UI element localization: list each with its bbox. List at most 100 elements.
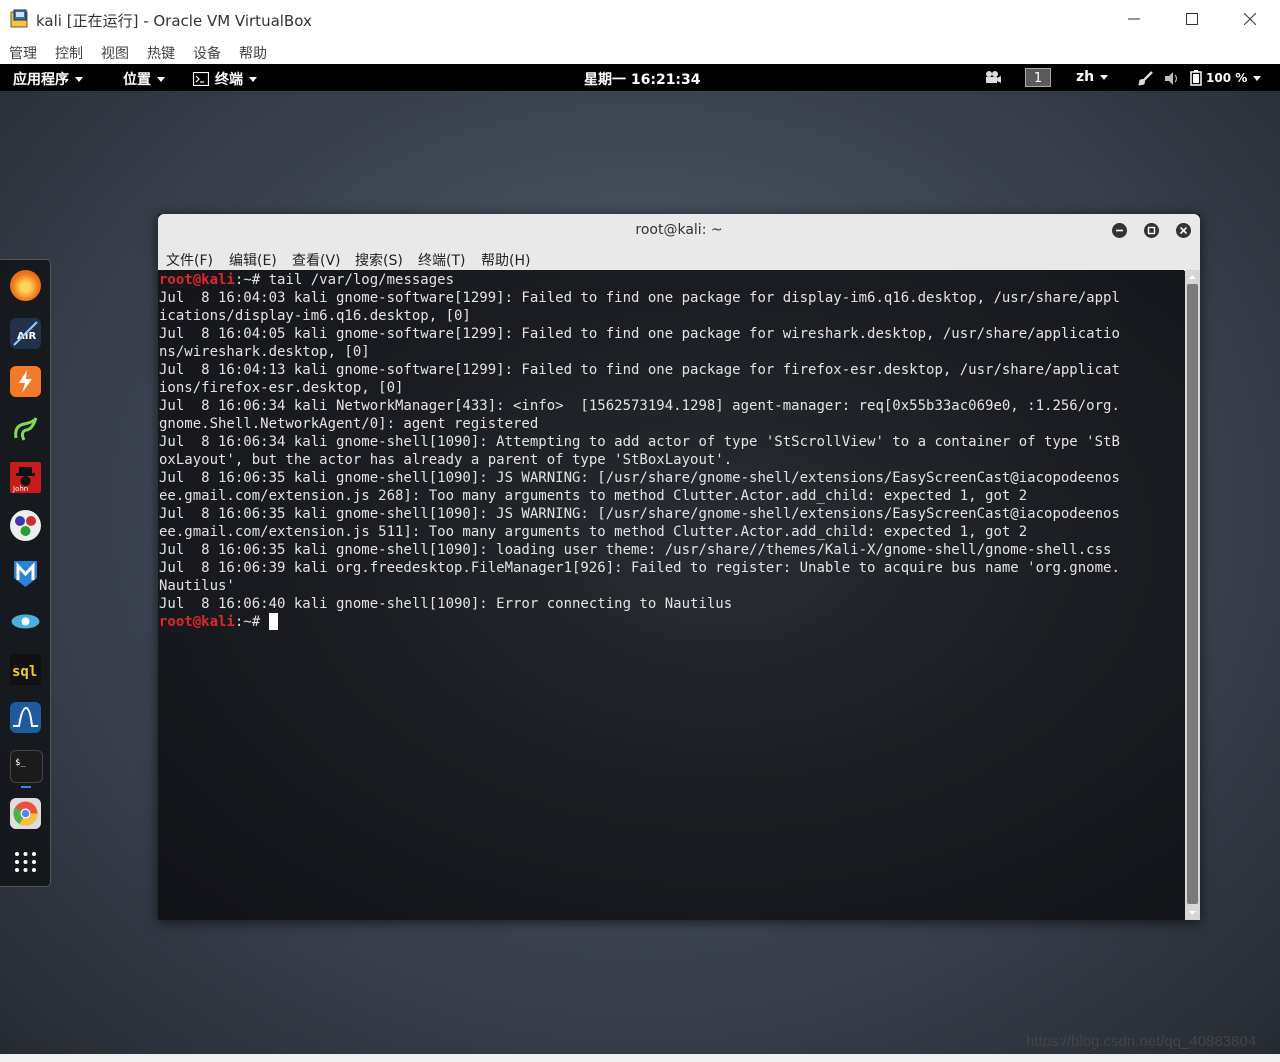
- applications-label: 应用程序: [13, 72, 69, 88]
- output-line: Jul 8 16:06:34 kali NetworkManager[433]:…: [159, 398, 1120, 414]
- sqlmap-icon[interactable]: sql: [10, 654, 41, 685]
- terminal-minimize-button[interactable]: [1112, 223, 1127, 238]
- watermark: https://blog.csdn.net/qq_40883804: [1026, 1033, 1257, 1050]
- output-line: Jul 8 16:04:13 kali gnome-software[1299]…: [159, 362, 1120, 378]
- vbox-menubar: 管理 控制 视图 热键 设备 帮助: [0, 38, 1280, 64]
- terminal-menu-file[interactable]: 文件(F): [166, 250, 213, 270]
- terminal-title: root@kali: ~: [635, 222, 723, 238]
- video-camera-icon: [986, 71, 1001, 83]
- chromium-icon[interactable]: [10, 798, 41, 829]
- places-menu[interactable]: 位置: [123, 69, 165, 89]
- vbox-menu-devices[interactable]: 设备: [193, 43, 221, 63]
- applications-menu[interactable]: 应用程序: [13, 69, 83, 89]
- terminal-small-icon: [193, 72, 209, 86]
- volume-icon: [1165, 71, 1178, 85]
- metasploit-icon[interactable]: [10, 558, 41, 589]
- output-line: ions/firefox-esr.desktop, [0]: [159, 380, 404, 396]
- gnome-topbar: 应用程序 位置 终端 星期一 16:21:34 1 zh 100 %: [0, 64, 1280, 91]
- terminal-output-area[interactable]: root@kali:~# tail /var/log/messages Jul …: [158, 270, 1184, 920]
- maximize-icon: [1186, 13, 1198, 25]
- armitage-icon[interactable]: [10, 510, 41, 541]
- minimize-button[interactable]: [1105, 2, 1163, 36]
- battery-percentage: 100 %: [1206, 71, 1248, 85]
- output-line: ee.gmail.com/extension.js 268]: Too many…: [159, 488, 1028, 504]
- maximize-button[interactable]: [1163, 2, 1221, 36]
- svg-text:John: John: [12, 485, 28, 493]
- output-line: Jul 8 16:06:35 kali gnome-shell[1090]: l…: [159, 542, 1112, 558]
- terminal-maximize-button[interactable]: [1144, 223, 1159, 238]
- output-line: Jul 8 16:06:34 kali gnome-shell[1090]: A…: [159, 434, 1120, 450]
- scroll-down-icon[interactable]: [1185, 907, 1200, 919]
- close-button[interactable]: [1221, 2, 1279, 36]
- vbox-menu-manage[interactable]: 管理: [9, 43, 37, 63]
- faraday-glyph: [11, 614, 40, 629]
- favorites-dock: AIR John sql $_: [0, 259, 51, 887]
- firefox-icon[interactable]: [10, 270, 41, 301]
- workspace-indicator[interactable]: 1: [1025, 68, 1051, 87]
- app-grid-glyph: [15, 852, 36, 872]
- output-line: gnome.Shell.NetworkAgent/0]: agent regis…: [159, 416, 539, 432]
- metasploit-glyph: [14, 561, 37, 587]
- output-line: ee.gmail.com/extension.js 511]: Too many…: [159, 524, 1028, 540]
- command-line: root@kali:~# tail /var/log/messages: [159, 272, 454, 288]
- maltego-icon[interactable]: [10, 414, 41, 445]
- burpsuite-icon[interactable]: [10, 366, 41, 397]
- output-line: Nautilus': [159, 578, 235, 594]
- clock-label: 星期一 16:21:34: [584, 72, 701, 88]
- terminal-menu-terminal[interactable]: 终端(T): [418, 250, 465, 270]
- places-label: 位置: [123, 72, 151, 88]
- command-text: tail /var/log/messages: [260, 272, 455, 288]
- chevron-down-icon: [249, 76, 257, 82]
- terminal-close-button[interactable]: [1176, 223, 1191, 238]
- close-icon: [1179, 226, 1188, 235]
- terminal-menu-view[interactable]: 查看(V): [292, 250, 341, 270]
- terminal-icon[interactable]: $_: [10, 750, 43, 783]
- aircrack-glyph: AIR: [13, 321, 38, 346]
- vbox-menu-hotkeys[interactable]: 热键: [147, 43, 175, 63]
- language-label: zh: [1076, 69, 1095, 85]
- terminal-menu-search[interactable]: 搜索(S): [355, 250, 403, 270]
- clock[interactable]: 星期一 16:21:34: [584, 69, 701, 89]
- faraday-icon[interactable]: [10, 606, 41, 637]
- vbox-menu-control[interactable]: 控制: [55, 43, 83, 63]
- burpsuite-glyph: [19, 370, 32, 393]
- chevron-down-icon: [1253, 75, 1262, 81]
- terminal-scrollbar[interactable]: [1185, 270, 1200, 920]
- maltego-glyph: [14, 417, 38, 441]
- wireshark-icon[interactable]: [10, 702, 41, 733]
- scroll-thumb[interactable]: [1187, 284, 1198, 904]
- terminal-app-label: 终端: [215, 72, 243, 88]
- aircrack-icon[interactable]: AIR: [10, 318, 41, 349]
- scroll-up-icon[interactable]: [1185, 271, 1200, 283]
- john-icon[interactable]: John: [10, 462, 41, 493]
- output-line: oxLayout', but the actor has already a p…: [159, 452, 733, 468]
- chevron-down-icon: [1100, 74, 1109, 80]
- terminal-titlebar[interactable]: root@kali: ~: [158, 214, 1200, 246]
- text-cursor: [268, 613, 278, 630]
- output-line: ns/wireshark.desktop, [0]: [159, 344, 370, 360]
- output-line: ications/display-im6.q16.desktop, [0]: [159, 308, 471, 324]
- vbox-statusbar: [0, 1054, 1280, 1062]
- battery-icon: [1190, 70, 1202, 86]
- output-line: Jul 8 16:06:35 kali gnome-shell[1090]: J…: [159, 470, 1120, 486]
- screen-recorder-indicator[interactable]: [985, 70, 1001, 84]
- terminal-window: root@kali: ~ 文件(F) 编辑(E) 查看(V) 搜索(S) 终端(…: [158, 214, 1200, 920]
- output-line: Jul 8 16:04:03 kali gnome-software[1299]…: [159, 290, 1120, 306]
- network-icon: [1138, 70, 1153, 86]
- system-status-area[interactable]: 100 %: [1138, 70, 1262, 86]
- input-method-menu[interactable]: zh: [1076, 69, 1109, 85]
- prompt-user: root@kali: [159, 272, 235, 288]
- vbox-menu-help[interactable]: 帮助: [239, 43, 267, 63]
- minimize-icon: [1128, 18, 1140, 20]
- terminal-menubar: 文件(F) 编辑(E) 查看(V) 搜索(S) 终端(T) 帮助(H): [158, 246, 1200, 271]
- output-line: Jul 8 16:04:05 kali gnome-software[1299]…: [159, 326, 1120, 342]
- vbox-titlebar: kali [正在运行] - Oracle VM VirtualBox: [0, 0, 1280, 38]
- terminal-menu-help[interactable]: 帮助(H): [481, 250, 530, 270]
- terminal-app-menu[interactable]: 终端: [193, 69, 257, 89]
- sqlmap-glyph: sql: [12, 664, 37, 680]
- guest-screen: 应用程序 位置 终端 星期一 16:21:34 1 zh 100 % AIR J…: [0, 64, 1280, 1054]
- prompt-line: root@kali:~#: [159, 613, 278, 630]
- vbox-menu-view[interactable]: 视图: [101, 43, 129, 63]
- terminal-menu-edit[interactable]: 编辑(E): [229, 250, 277, 270]
- show-apps-icon[interactable]: [10, 846, 41, 877]
